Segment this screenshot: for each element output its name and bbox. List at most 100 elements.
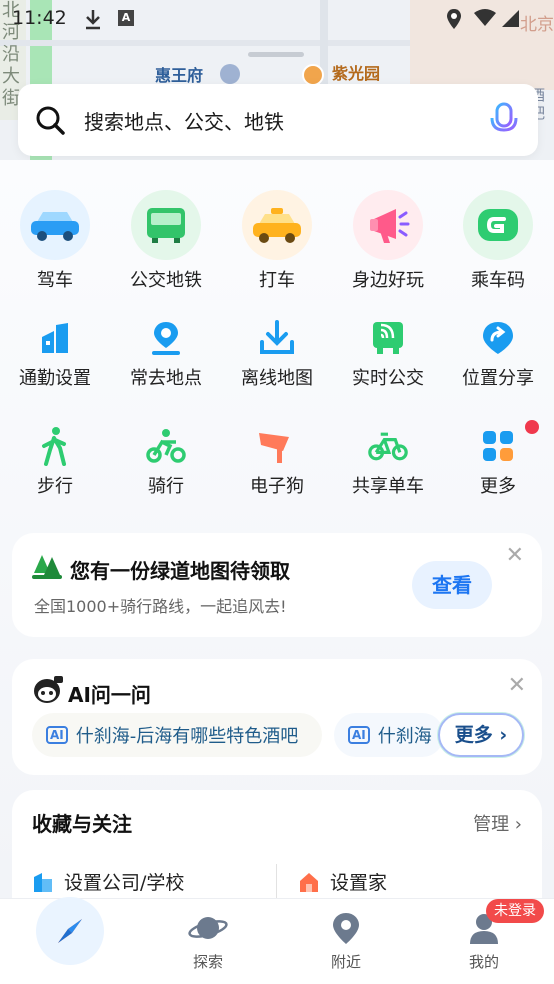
map-poi-icon[interactable] — [302, 64, 324, 86]
location-pin-icon — [333, 913, 359, 944]
notification-dot — [525, 420, 539, 434]
download-map-icon — [257, 318, 297, 358]
set-home-button[interactable]: 设置家 — [298, 868, 387, 895]
tile-label: 乘车码 — [471, 270, 525, 291]
cycling-tile[interactable]: 骑行 — [111, 426, 221, 498]
view-button[interactable]: 查看 — [412, 561, 492, 609]
offline-map-tile[interactable]: 离线地图 — [222, 318, 332, 390]
tile-label: 打车 — [259, 270, 295, 291]
planet-icon — [188, 917, 228, 939]
ai-tag-icon: AI — [46, 726, 68, 744]
car-icon — [20, 190, 90, 260]
transit-tile[interactable]: 公交地铁 — [111, 190, 221, 292]
map-poi-icon[interactable] — [220, 64, 240, 84]
home-icon — [300, 872, 318, 892]
frequent-places-tile[interactable]: 常去地点 — [111, 318, 221, 390]
ai-title: AI问一问 — [68, 683, 151, 707]
accessibility-status-icon: A — [118, 10, 134, 26]
tile-label: 离线地图 — [241, 368, 313, 389]
manage-link[interactable]: 管理 › — [473, 810, 522, 836]
search-icon — [36, 106, 65, 135]
more-grid-icon — [478, 426, 518, 466]
tile-label: 通勤设置 — [19, 368, 91, 389]
ai-avatar-icon — [34, 676, 63, 703]
nav-home-button[interactable] — [36, 897, 104, 965]
more-tile[interactable]: 更多 — [443, 420, 553, 498]
status-bar: 11:42 A — [0, 0, 554, 40]
tile-label: 常去地点 — [130, 368, 202, 389]
tile-label: 驾车 — [37, 270, 73, 291]
nav-label: 探索 — [192, 953, 223, 971]
set-work-label: 设置公司/学校 — [64, 872, 185, 894]
walk-icon — [35, 426, 75, 466]
nav-nearby[interactable]: 附近 — [306, 911, 386, 972]
close-icon[interactable]: ✕ — [508, 673, 526, 698]
drive-tile[interactable]: 驾车 — [0, 190, 110, 292]
tile-label: 共享单车 — [352, 476, 424, 497]
tree-icon — [32, 555, 62, 579]
map-poi-label[interactable]: 惠王府 — [155, 62, 203, 86]
location-status-icon — [447, 9, 461, 29]
download-status-icon — [86, 10, 100, 30]
commute-settings-tile[interactable]: 通勤设置 — [0, 318, 110, 390]
chip-label: 什刹海-后海有哪些特色酒吧 — [75, 726, 299, 747]
bottom-nav: 探索 附近 我的 未登录 — [0, 897, 554, 984]
building-icon — [34, 872, 52, 892]
speed-camera-tile[interactable]: 电子狗 — [222, 426, 332, 498]
share-location-tile[interactable]: 位置分享 — [443, 318, 553, 390]
ai-suggestion-chip[interactable]: AI 什刹海-后海有哪些特色酒吧 — [32, 713, 322, 757]
chip-label: 什刹海 — [377, 726, 432, 747]
search-input[interactable]: 搜索地点、公交、地铁 — [84, 106, 284, 135]
set-work-button[interactable]: 设置公司/学校 — [32, 868, 184, 895]
ai-suggestion-chip[interactable]: AI 什刹海 — [334, 713, 444, 757]
frequent-place-icon — [146, 318, 186, 358]
promo-title: 您有一份绿道地图待领取 — [70, 559, 290, 583]
nav-explore[interactable]: 探索 — [168, 911, 248, 972]
promo-subtitle: 全国1000+骑行路线，一起追风去! — [34, 597, 287, 616]
status-time: 11:42 — [12, 7, 67, 29]
fun-nearby-tile[interactable]: 身边好玩 — [333, 190, 443, 292]
tile-label: 骑行 — [148, 476, 184, 497]
walk-tile[interactable]: 步行 — [0, 426, 110, 498]
bus-icon — [131, 190, 201, 260]
search-bar[interactable]: 搜索地点、公交、地铁 — [18, 84, 538, 156]
tile-label: 位置分享 — [462, 368, 534, 389]
tile-label: 更多 — [480, 476, 516, 497]
compass-icon — [58, 919, 82, 943]
ai-ask-card: AI问一问 ✕ AI 什刹海-后海有哪些特色酒吧 AI 什刹海 更多 › — [12, 659, 542, 775]
realtime-bus-tile[interactable]: 实时公交 — [333, 318, 443, 390]
set-home-label: 设置家 — [330, 872, 388, 894]
megaphone-icon — [353, 190, 423, 260]
tile-label: 实时公交 — [352, 368, 424, 389]
home-panel: 驾车 公交地铁 打车 身边好玩 乘车码 通勤设置 常去地点 离线地图 实时公交 … — [0, 160, 554, 930]
signal-icon — [502, 10, 519, 27]
share-location-icon — [478, 318, 518, 358]
realtime-bus-icon — [368, 318, 408, 358]
voice-search-icon[interactable] — [490, 102, 518, 138]
wifi-icon — [474, 9, 496, 26]
cycling-icon — [146, 426, 186, 466]
close-icon[interactable]: ✕ — [506, 543, 524, 568]
greenway-promo-card[interactable]: 您有一份绿道地图待领取 全国1000+骑行路线，一起追风去! 查看 ✕ — [12, 533, 542, 637]
ride-code-tile[interactable]: 乘车码 — [443, 190, 553, 292]
login-status-badge: 未登录 — [486, 899, 544, 923]
map-poi-label[interactable]: 紫光园 — [332, 60, 380, 84]
taxi-tile[interactable]: 打车 — [222, 190, 332, 292]
bike-share-tile[interactable]: 共享单车 — [333, 426, 443, 498]
nav-label: 附近 — [330, 953, 361, 971]
divider — [276, 864, 277, 900]
bike-share-icon — [368, 426, 408, 466]
nav-label: 我的 — [468, 953, 499, 971]
sheet-drag-handle[interactable] — [248, 52, 304, 57]
tile-label: 身边好玩 — [352, 270, 424, 291]
tile-label: 电子狗 — [250, 476, 304, 497]
tile-label: 公交地铁 — [130, 270, 202, 291]
speed-camera-icon — [257, 426, 297, 466]
commute-icon — [35, 318, 75, 358]
tile-label: 步行 — [37, 476, 73, 497]
taxi-icon — [242, 190, 312, 260]
ai-tag-icon: AI — [348, 726, 370, 744]
ride-code-icon — [463, 190, 533, 260]
more-button[interactable]: 更多 › — [438, 713, 524, 757]
favorites-title: 收藏与关注 — [32, 812, 132, 836]
